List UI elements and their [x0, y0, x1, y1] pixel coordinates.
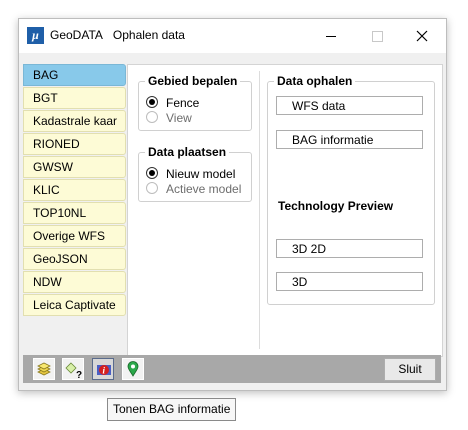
radio-unchecked-icon	[146, 111, 158, 123]
sidebar-item-top10nl[interactable]: TOP10NL	[23, 202, 126, 224]
radio-view-label: View	[166, 111, 192, 125]
sidebar-item-klic[interactable]: KLIC	[23, 179, 126, 201]
sidebar-item-leica-captivate[interactable]: Leica Captivate	[23, 294, 126, 316]
minimize-icon	[326, 36, 336, 37]
radio-actieve-model-label: Actieve model	[166, 182, 242, 196]
radio-checked-icon	[146, 167, 158, 179]
radio-nieuw-model[interactable]: Nieuw model	[146, 167, 235, 181]
bag-informatie-button[interactable]: BAG informatie	[276, 130, 423, 149]
sidebar-item-bgt[interactable]: BGT	[23, 87, 126, 109]
close-icon	[416, 30, 428, 42]
sidebar-item-kadastrale-kaart[interactable]: Kadastrale kaar	[23, 110, 126, 132]
sidebar-item-gwsw[interactable]: GWSW	[23, 156, 126, 178]
radio-unchecked-icon	[146, 182, 158, 194]
sidebar-item-rioned[interactable]: RIONED	[23, 133, 126, 155]
category-sidebar: BAG BGT Kadastrale kaar RIONED GWSW KLIC…	[23, 64, 126, 317]
info-button[interactable]: i	[92, 358, 114, 380]
gebied-bepalen-title: Gebied bepalen	[145, 74, 241, 88]
sidebar-item-bag[interactable]: BAG	[23, 64, 126, 86]
3d-2d-button[interactable]: 3D 2D	[276, 239, 423, 258]
info-icon: i	[97, 365, 111, 376]
technology-preview-title: Technology Preview	[278, 199, 394, 213]
sidebar-item-ndw[interactable]: NDW	[23, 271, 126, 293]
title-bar: μ GeoDATA Ophalen data	[19, 19, 446, 53]
minimize-button[interactable]	[309, 19, 353, 53]
layers-button[interactable]	[33, 358, 55, 380]
panel-divider	[259, 71, 260, 349]
bottom-toolbar: ? i Sluit	[23, 355, 441, 383]
help-query-icon: ?	[65, 362, 82, 379]
radio-view: View	[146, 111, 192, 125]
wfs-data-button[interactable]: WFS data	[276, 96, 423, 115]
radio-nieuw-model-label: Nieuw model	[166, 167, 236, 181]
bag-panel: Gebied bepalen Fence View Data plaatsen …	[127, 64, 443, 357]
dialog-title: Ophalen data	[112, 28, 185, 42]
3d-button[interactable]: 3D	[276, 272, 423, 291]
location-pin-icon	[127, 361, 139, 377]
tooltip: Tonen BAG informatie	[107, 398, 237, 421]
app-name: GeoDATA	[50, 28, 103, 42]
data-ophalen-title: Data ophalen	[274, 74, 356, 88]
location-pin-button[interactable]	[122, 358, 144, 380]
sidebar-item-geojson[interactable]: GeoJSON	[23, 248, 126, 270]
maximize-icon	[372, 31, 383, 42]
svg-text:?: ?	[76, 370, 82, 379]
dialog-window: μ GeoDATA Ophalen data BAG BGT Kadastrale…	[18, 18, 447, 391]
radio-fence-label: Fence	[166, 96, 200, 110]
radio-fence[interactable]: Fence	[146, 96, 199, 110]
window-title: GeoDATA Ophalen data	[50, 28, 185, 42]
sluit-button[interactable]: Sluit	[384, 358, 436, 381]
app-logo-icon: μ	[27, 27, 44, 44]
layers-icon	[37, 362, 51, 376]
radio-actieve-model: Actieve model	[146, 182, 241, 196]
radio-checked-icon	[146, 96, 158, 108]
data-plaatsen-title: Data plaatsen	[145, 145, 230, 159]
gebied-bepalen-group: Gebied bepalen Fence View	[138, 74, 252, 131]
close-window-button[interactable]	[400, 19, 444, 53]
help-query-button[interactable]: ?	[62, 358, 84, 380]
maximize-button	[355, 19, 399, 53]
sidebar-item-overige-wfs[interactable]: Overige WFS	[23, 225, 126, 247]
data-plaatsen-group: Data plaatsen Nieuw model Actieve model	[138, 145, 252, 202]
